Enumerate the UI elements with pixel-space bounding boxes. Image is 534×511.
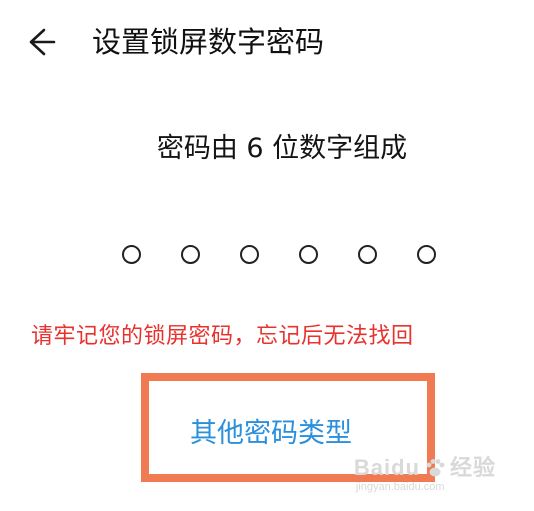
pin-dot-4 — [299, 245, 318, 264]
pin-dot-5 — [358, 245, 377, 264]
password-warning: 请牢记您的锁屏密码，忘记后无法找回 — [31, 324, 414, 349]
pin-dot-3 — [240, 245, 259, 264]
watermark-brand: Baidu — [353, 455, 420, 480]
arrow-left-icon — [29, 28, 56, 56]
watermark-suffix: 经验 — [449, 455, 496, 480]
pin-entry-indicator — [122, 243, 436, 267]
baidu-watermark: Baidu 经验 jingyan.baidu.com — [354, 457, 496, 493]
other-password-types-button[interactable]: 其他密码类型 — [190, 414, 352, 454]
pin-dot-1 — [122, 245, 141, 264]
app-header: 设置锁屏数字密码 — [0, 0, 534, 84]
baidu-paw-icon — [426, 459, 445, 477]
pin-instruction: 密码由 6 位数字组成 — [156, 133, 408, 164]
back-button[interactable] — [18, 22, 62, 62]
watermark-url: jingyan.baidu.com — [355, 481, 445, 493]
pin-dot-2 — [181, 245, 200, 264]
pin-dot-6 — [417, 245, 436, 264]
page-title: 设置锁屏数字密码 — [92, 25, 325, 59]
